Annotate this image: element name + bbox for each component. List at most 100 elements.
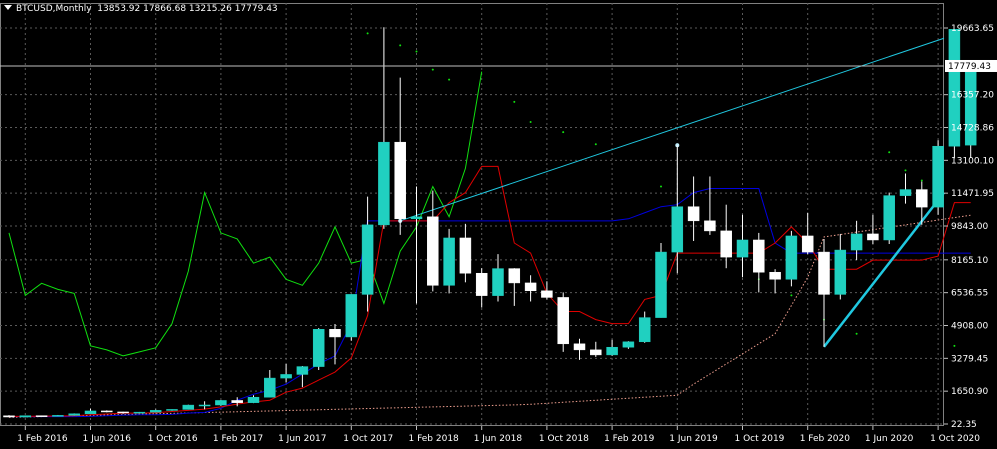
time-label: 1 Jun 2018 bbox=[474, 434, 523, 444]
parabolic-dot bbox=[920, 179, 923, 182]
candle-bear bbox=[573, 343, 586, 351]
candle-bear bbox=[101, 410, 113, 413]
candle-bull bbox=[606, 346, 618, 356]
parabolic-dot bbox=[562, 131, 565, 134]
parabolic-dot bbox=[415, 50, 418, 53]
candle-bear bbox=[459, 237, 472, 274]
time-label: 1 Feb 2018 bbox=[409, 434, 460, 444]
candle-bull bbox=[166, 409, 178, 411]
candle-bear bbox=[524, 282, 537, 292]
candle-bear bbox=[427, 216, 439, 286]
candle-bear bbox=[801, 235, 814, 253]
price-label: 13100.10 bbox=[951, 156, 994, 166]
parabolic-dot bbox=[888, 151, 891, 154]
candle-bear bbox=[867, 233, 879, 241]
symbol-label: BTCUSD,Monthly bbox=[16, 4, 92, 14]
candle-bull bbox=[247, 396, 260, 403]
parabolic-dot bbox=[660, 185, 662, 188]
candle-bull bbox=[280, 374, 292, 379]
candle-bull bbox=[19, 415, 32, 418]
time-label: 1 Feb 2017 bbox=[213, 434, 263, 444]
price-chart[interactable]: 19663.65 16357.20 14728.86 13100.10 11471.95… bbox=[0, 0, 997, 449]
candle-bear bbox=[753, 239, 765, 273]
parabolic-dot bbox=[366, 32, 369, 35]
price-label: 19663.65 bbox=[951, 24, 994, 34]
parabolic-dot bbox=[513, 100, 516, 103]
price-label: 4908.00 bbox=[951, 321, 988, 331]
candle-bull bbox=[883, 195, 895, 241]
candle-bull bbox=[149, 410, 162, 413]
candle-bear bbox=[704, 220, 716, 232]
candle-bull bbox=[410, 216, 423, 220]
parabolic-dot bbox=[529, 121, 532, 124]
time-label: 1 Feb 2016 bbox=[17, 434, 68, 444]
candle-bear bbox=[590, 349, 602, 356]
candle-bull bbox=[68, 413, 80, 416]
candle-bull bbox=[52, 415, 64, 417]
time-label: 1 Feb 2020 bbox=[800, 434, 851, 444]
time-label: 1 Oct 2018 bbox=[539, 434, 589, 444]
candle-bear bbox=[329, 329, 341, 338]
candle-bull bbox=[736, 239, 749, 258]
time-label: 1 Jun 2019 bbox=[669, 434, 718, 444]
candle-bull bbox=[622, 341, 635, 348]
candle-bull bbox=[296, 366, 309, 375]
candle-bull bbox=[671, 206, 684, 253]
current-price-label: 17779.43 bbox=[948, 62, 991, 72]
parabolic-dot bbox=[431, 68, 434, 71]
parabolic-dot bbox=[448, 78, 451, 81]
ohlc-values: 13853.92 17866.68 13215.26 17779.43 bbox=[97, 4, 278, 14]
candle-bull bbox=[492, 268, 504, 296]
candle-bull bbox=[834, 249, 847, 295]
price-label: 14728.86 bbox=[951, 123, 994, 133]
candle-bear bbox=[35, 415, 48, 417]
time-label: 1 Feb 2019 bbox=[604, 434, 655, 444]
candle-bull bbox=[932, 145, 944, 208]
candle-bull bbox=[655, 251, 667, 318]
candle-bull bbox=[84, 410, 97, 415]
candle-bull bbox=[345, 294, 358, 338]
parabolic-dot bbox=[953, 344, 956, 347]
candle-bear bbox=[394, 141, 406, 220]
time-label: 1 Jun 2016 bbox=[83, 434, 132, 444]
candle-bear bbox=[475, 272, 488, 296]
dropdown-icon[interactable] bbox=[4, 5, 12, 10]
candle-bull bbox=[443, 237, 455, 286]
parabolic-dot bbox=[855, 332, 858, 335]
price-label: 1650.90 bbox=[951, 387, 988, 397]
price-label: 6536.55 bbox=[951, 289, 988, 299]
time-label: 1 Oct 2016 bbox=[148, 434, 198, 444]
candle-bull bbox=[785, 235, 798, 280]
candle-bear bbox=[541, 290, 553, 298]
candle-bull bbox=[198, 404, 211, 407]
candle-bull bbox=[312, 329, 325, 367]
time-label: 1 Jun 2017 bbox=[278, 434, 326, 444]
candle-bear bbox=[557, 297, 569, 345]
candle-bear bbox=[687, 206, 700, 222]
candle-bear bbox=[117, 411, 129, 414]
candle-bear bbox=[508, 268, 521, 284]
candle-bear bbox=[916, 189, 928, 208]
parabolic-dot bbox=[594, 143, 597, 146]
parabolic-dot bbox=[790, 294, 793, 297]
candle-bear bbox=[769, 271, 781, 280]
price-label: 9843.00 bbox=[951, 222, 988, 232]
parabolic-dot bbox=[904, 169, 907, 172]
candle-bull bbox=[264, 377, 276, 398]
time-label: 1 Oct 2020 bbox=[930, 434, 980, 444]
time-label: 1 Oct 2017 bbox=[343, 434, 393, 444]
price-label: 22.35 bbox=[951, 420, 977, 430]
price-label: 11471.95 bbox=[951, 189, 994, 199]
candle-bull bbox=[361, 224, 374, 295]
candle-bear bbox=[231, 400, 243, 403]
time-label: 1 Jun 2020 bbox=[865, 434, 914, 444]
candle-bear bbox=[3, 415, 15, 418]
candle-bull bbox=[215, 400, 227, 406]
candle-bear bbox=[720, 230, 732, 258]
price-label: 8165.10 bbox=[951, 256, 988, 266]
price-label: 16357.20 bbox=[951, 91, 994, 101]
plot-background bbox=[0, 0, 997, 449]
candle-bull bbox=[378, 141, 390, 226]
candle-bull bbox=[133, 411, 146, 414]
candle-bull bbox=[899, 189, 912, 196]
